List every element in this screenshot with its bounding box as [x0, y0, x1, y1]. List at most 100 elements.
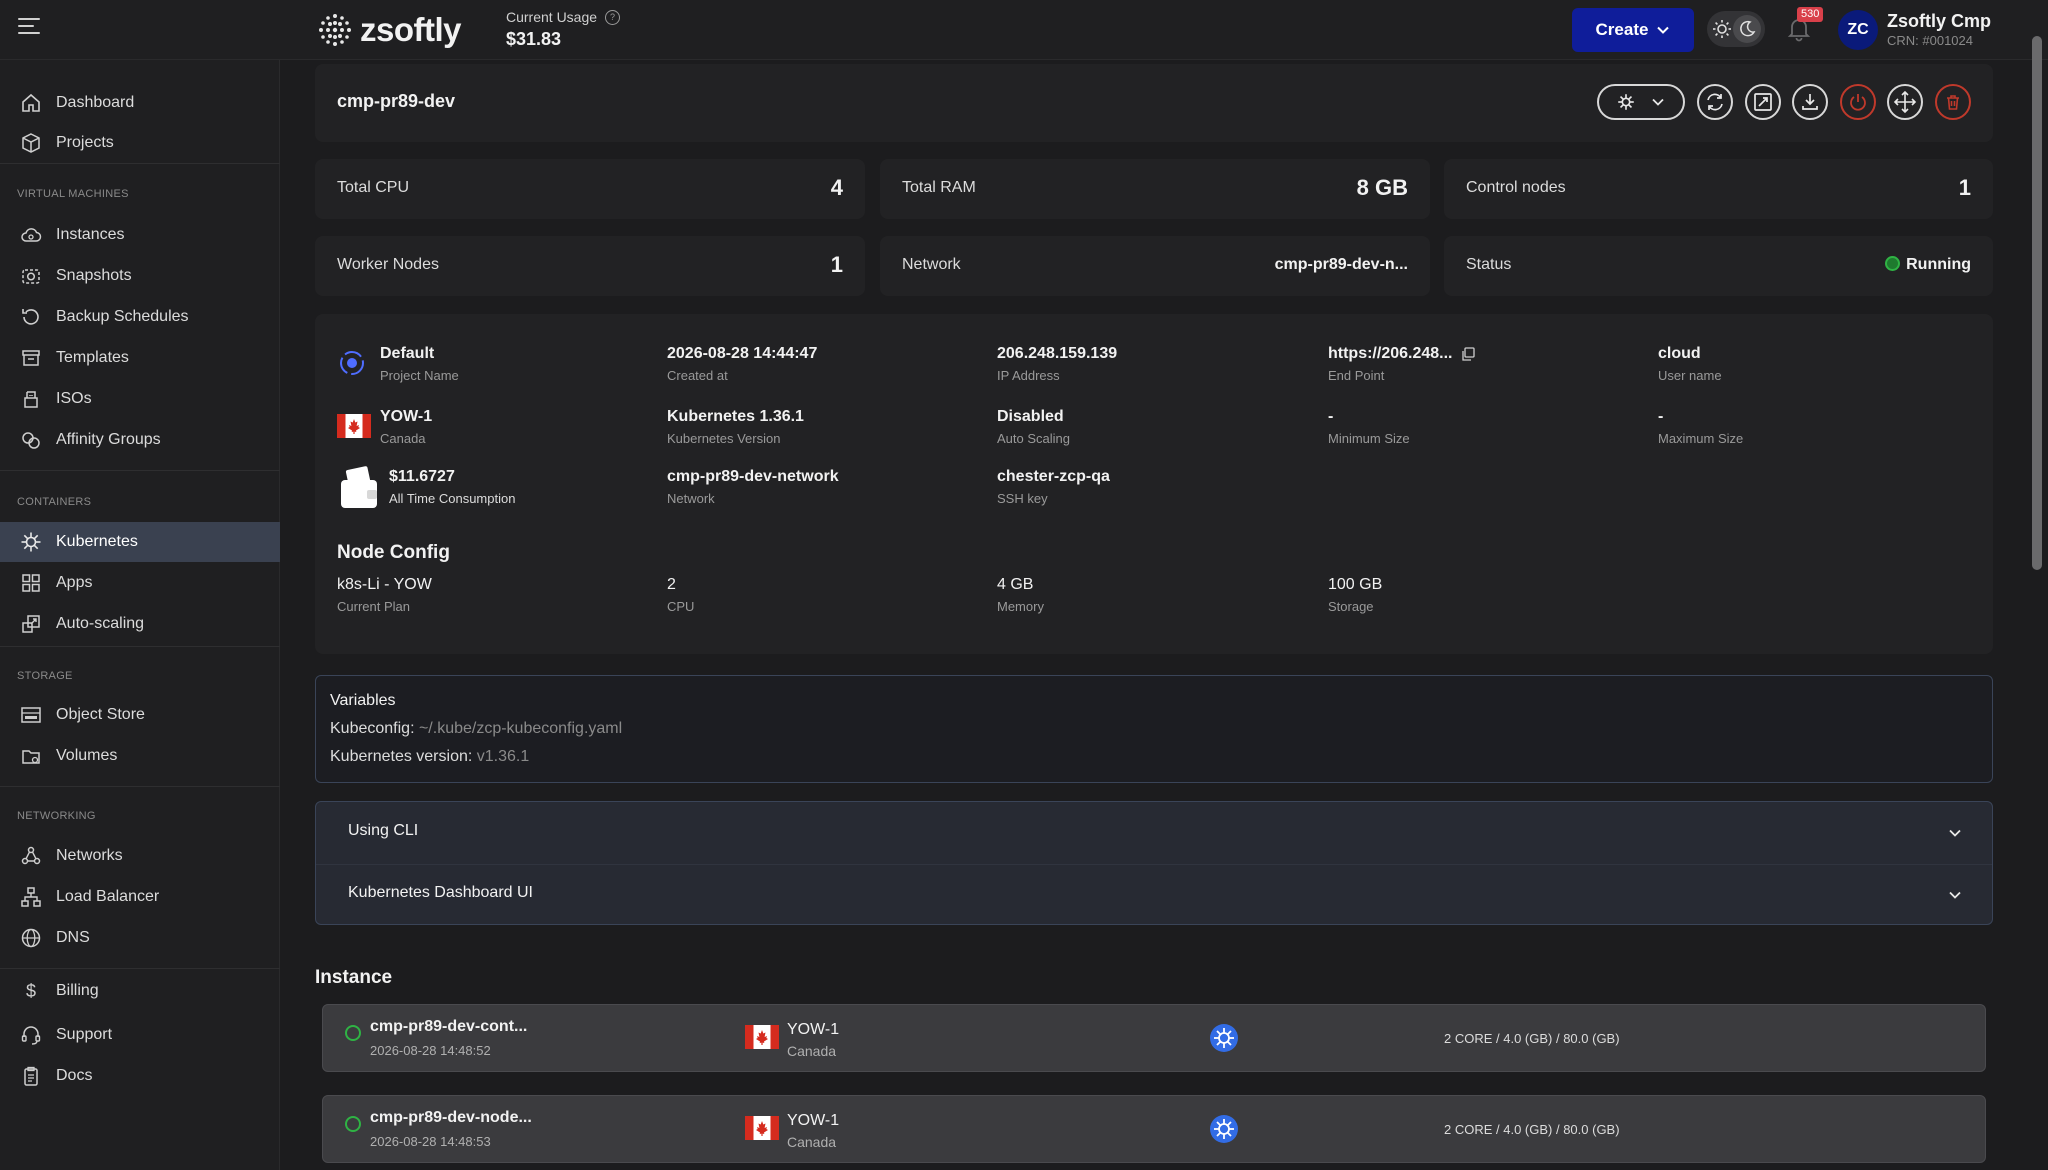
- sidebar-item-affinity-groups[interactable]: Affinity Groups: [0, 420, 280, 460]
- box-icon: [22, 133, 40, 153]
- sidebar-item-label: Kubernetes: [56, 533, 138, 550]
- chevron-down-icon: [1949, 891, 1961, 899]
- sidebar-item-apps[interactable]: Apps: [0, 563, 280, 603]
- instance-name[interactable]: cmp-pr89-dev-node...: [370, 1109, 532, 1127]
- memory-label: Memory: [997, 599, 1044, 614]
- current-plan-label: Current Plan: [337, 599, 410, 614]
- sidebar-item-label: Projects: [56, 134, 114, 151]
- help-icon[interactable]: ?: [605, 9, 621, 25]
- moon-icon: [1739, 20, 1755, 37]
- sidebar-item-support[interactable]: Support: [0, 1015, 280, 1055]
- chevron-down-icon: [1657, 26, 1670, 34]
- delete-button[interactable]: [1935, 84, 1971, 120]
- download-button[interactable]: [1792, 84, 1828, 120]
- ssh-key-label: SSH key: [997, 491, 1048, 506]
- stat-total-cpu: Total CPU 4: [315, 159, 865, 219]
- theme-toggle[interactable]: [1707, 11, 1765, 47]
- sidebar-item-label: Snapshots: [56, 267, 132, 284]
- username-value: cloud: [1658, 345, 1701, 362]
- ip-address-value: 206.248.159.139: [997, 345, 1118, 362]
- stat-label: Status: [1466, 256, 1512, 273]
- stat-status: Status Running: [1444, 236, 1993, 296]
- sidebar-item-backup-schedules[interactable]: Backup Schedules: [0, 297, 280, 337]
- status-badge: Running: [1885, 256, 1971, 274]
- accordion-label: Kubernetes Dashboard UI: [348, 884, 533, 901]
- stat-label: Worker Nodes: [337, 256, 439, 273]
- accordion-dashboard-ui[interactable]: Kubernetes Dashboard UI: [316, 864, 1992, 924]
- scale-button[interactable]: [1887, 84, 1923, 120]
- sidebar-item-load-balancer[interactable]: Load Balancer: [0, 877, 280, 917]
- power-button[interactable]: [1840, 84, 1876, 120]
- create-button[interactable]: Create: [1572, 8, 1694, 52]
- sidebar-item-docs[interactable]: Docs: [0, 1056, 280, 1096]
- refresh-button[interactable]: [1697, 84, 1733, 120]
- auto-scaling-label: Auto Scaling: [997, 431, 1070, 446]
- k8s-version-value: Kubernetes 1.36.1: [667, 408, 804, 425]
- access-accordion: Using CLI Kubernetes Dashboard UI: [315, 801, 1993, 925]
- folder-icon: [22, 750, 40, 764]
- sidebar-item-object-store[interactable]: Object Store: [0, 695, 280, 735]
- copy-icon[interactable]: [1461, 347, 1475, 361]
- instance-row[interactable]: cmp-pr89-dev-cont... 2026-08-28 14:48:52…: [322, 1004, 1986, 1072]
- accordion-using-cli[interactable]: Using CLI: [316, 802, 1992, 864]
- create-label: Create: [1595, 20, 1649, 39]
- avatar[interactable]: ZC: [1838, 10, 1878, 50]
- sidebar-item-dns[interactable]: DNS: [0, 918, 280, 958]
- kubeconfig-value: ~/.kube/zcp-kubeconfig.yaml: [418, 720, 623, 737]
- menu-icon[interactable]: [18, 18, 40, 36]
- sidebar-item-dashboard[interactable]: Dashboard: [0, 83, 280, 123]
- accordion-label: Using CLI: [348, 822, 419, 839]
- edit-button[interactable]: [1745, 84, 1781, 120]
- sidebar-item-auto-scaling[interactable]: Auto-scaling: [0, 604, 280, 644]
- globe-icon: [21, 928, 41, 948]
- sidebar-item-label: Load Balancer: [56, 888, 160, 905]
- sidebar-item-projects[interactable]: Projects: [0, 123, 280, 163]
- stat-label: Total CPU: [337, 179, 410, 196]
- logo[interactable]: zsoftly: [318, 8, 462, 52]
- stat-network: Network cmp-pr89-dev-n...: [880, 236, 1430, 296]
- chevron-down-icon: [1652, 98, 1664, 106]
- consumption-label: All Time Consumption: [389, 491, 516, 506]
- kubernetes-select[interactable]: [1597, 84, 1685, 120]
- sidebar-item-networks[interactable]: Networks: [0, 836, 280, 876]
- clipboard-icon: [24, 1066, 38, 1086]
- sidebar-item-snapshots[interactable]: Snapshots: [0, 256, 280, 296]
- sidebar-item-kubernetes[interactable]: Kubernetes: [0, 522, 280, 562]
- stat-label: Total RAM: [902, 179, 976, 196]
- stat-total-ram: Total RAM 8 GB: [880, 159, 1430, 219]
- sidebar-item-templates[interactable]: Templates: [0, 338, 280, 378]
- storage-value: 100 GB: [1328, 576, 1383, 593]
- sidebar-item-label: Apps: [56, 574, 93, 591]
- version-key: Kubernetes version:: [330, 748, 477, 765]
- sidebar-item-billing[interactable]: $ Billing: [0, 971, 280, 1011]
- section-storage: STORAGE: [17, 670, 73, 682]
- sidebar-item-instances[interactable]: Instances: [0, 215, 280, 255]
- cloud-icon: [21, 228, 42, 242]
- instance-section-title: Instance: [315, 967, 393, 988]
- ssh-key-value: chester-zcp-qa: [997, 468, 1110, 485]
- camera-icon: [22, 269, 40, 284]
- sun-icon: [1712, 20, 1731, 38]
- affinity-icon: [22, 432, 40, 449]
- sidebar-item-label: Affinity Groups: [56, 431, 161, 448]
- usage-label: Current Usage: [506, 9, 598, 25]
- sidebar-item-label: Templates: [56, 349, 129, 366]
- ip-address-label: IP Address: [997, 368, 1060, 383]
- helm-icon: [1618, 94, 1634, 110]
- min-size-value: -: [1328, 408, 1334, 425]
- sidebar-item-label: Dashboard: [56, 94, 135, 111]
- usb-icon: [24, 391, 38, 408]
- sidebar-item-label: Billing: [56, 982, 99, 999]
- kubernetes-icon: [1210, 1024, 1238, 1052]
- top-bar: zsoftly Current Usage ? $31.83 Create 53…: [0, 0, 2048, 60]
- user-name[interactable]: Zsoftly Cmp: [1887, 11, 1991, 32]
- endpoint-value: https://206.248...: [1328, 345, 1453, 362]
- instance-row[interactable]: cmp-pr89-dev-node... 2026-08-28 14:48:53…: [322, 1095, 1986, 1163]
- sidebar-item-volumes[interactable]: Volumes: [0, 736, 280, 776]
- stat-value[interactable]: cmp-pr89-dev-n...: [1275, 256, 1408, 274]
- instance-name[interactable]: cmp-pr89-dev-cont...: [370, 1018, 527, 1036]
- scrollbar[interactable]: [2032, 36, 2042, 570]
- sidebar-item-isos[interactable]: ISOs: [0, 379, 280, 419]
- node-config-title: Node Config: [337, 542, 450, 563]
- sidebar-item-label: Networks: [56, 847, 123, 864]
